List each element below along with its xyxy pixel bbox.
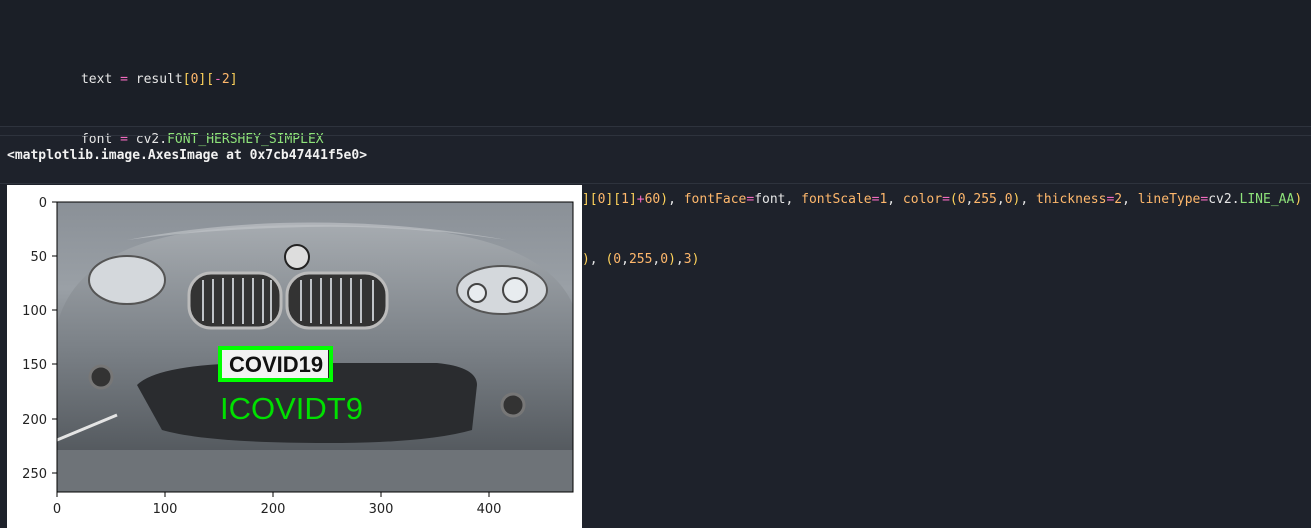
x-tick-label: 100	[153, 502, 178, 517]
cell-separator	[0, 135, 1311, 136]
y-axis: 0 50 100 150 200 250	[22, 196, 57, 482]
x-tick-label: 400	[477, 502, 502, 517]
matplotlib-figure: COVID19 ICOVIDT9 0 50 100 150 200 250 0 …	[7, 185, 582, 528]
output-separator	[0, 183, 1311, 184]
y-tick-label: 0	[39, 196, 47, 211]
code-line-2: font = cv2.FONT_HERSHEY_SIMPLEX	[80, 132, 324, 147]
x-axis: 0 100 200 300 400	[53, 492, 502, 517]
x-tick-label: 200	[261, 502, 286, 517]
y-tick-label: 100	[22, 304, 47, 319]
output-repr: <matplotlib.image.AxesImage at 0x7cb4744…	[7, 148, 368, 163]
code-line-1: text = result[0][-2]	[80, 72, 238, 87]
car-photo: COVID19 ICOVIDT9	[56, 202, 573, 492]
overlay-text: ICOVIDT9	[220, 391, 363, 426]
plate-text: COVID19	[229, 352, 323, 377]
y-tick-label: 150	[22, 358, 47, 373]
y-tick-label: 50	[30, 250, 47, 265]
figure-canvas: COVID19 ICOVIDT9 0 50 100 150 200 250 0 …	[22, 196, 574, 517]
code-cell[interactable]: text = result[0][-2] font = cv2.FONT_HER…	[0, 0, 1311, 327]
y-tick-label: 200	[22, 413, 47, 428]
x-tick-label: 300	[369, 502, 394, 517]
y-tick-label: 250	[22, 467, 47, 482]
x-tick-label: 0	[53, 502, 61, 517]
